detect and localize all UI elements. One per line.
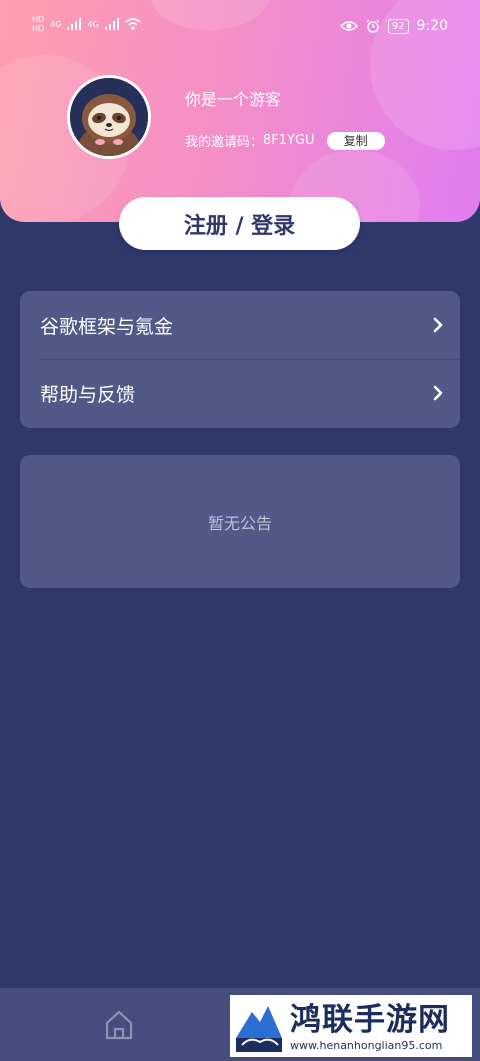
watermark: 鸿联手游网 www.henanhonglian95.com xyxy=(230,995,472,1057)
chevron-right-icon xyxy=(433,317,443,333)
announcement-card: 暂无公告 xyxy=(20,455,460,588)
copy-button[interactable]: 复制 xyxy=(326,131,385,150)
clock: 9:20 xyxy=(416,18,448,34)
menu-item-help-feedback[interactable]: 帮助与反馈 xyxy=(20,359,460,427)
announcement-text: 暂无公告 xyxy=(207,513,272,533)
status-bar: HD HD 4G 4G 92 9:20 xyxy=(0,0,480,60)
watermark-logo-icon xyxy=(236,1006,282,1052)
menu-card: 谷歌框架与氪金 帮助与反馈 xyxy=(20,291,460,428)
watermark-text: 鸿联手游网 www.henanhonglian95.com xyxy=(290,1001,450,1052)
hd-label: HD xyxy=(32,24,45,33)
wifi-icon xyxy=(125,18,141,30)
menu-item-google-framework[interactable]: 谷歌框架与氪金 xyxy=(20,291,460,359)
invite-code-row: 我的邀请码： 8F1YGU 复制 xyxy=(185,131,385,150)
status-right: 92 9:20 xyxy=(339,18,448,34)
sim-badges: HD HD xyxy=(32,15,44,33)
guest-title: 你是一个游客 xyxy=(185,90,282,109)
eye-icon xyxy=(339,21,358,31)
chevron-right-icon xyxy=(433,385,443,401)
menu-item-label: 帮助与反馈 xyxy=(40,383,136,406)
network-label: 4G xyxy=(87,19,99,29)
signal-icon xyxy=(104,18,119,30)
signal-icon xyxy=(67,18,82,30)
hd-label: HD xyxy=(32,15,45,24)
register-login-button[interactable]: 注册 / 登录 xyxy=(119,197,360,250)
sloth-avatar-icon xyxy=(70,78,148,156)
battery-icon: 92 xyxy=(387,18,409,34)
profile-header: HD HD 4G 4G 92 9:20 你是一个游客 我的邀请码： 8F1YGU… xyxy=(0,0,480,222)
menu-item-label: 谷歌框架与氪金 xyxy=(40,315,174,338)
network-label: 4G xyxy=(50,19,62,29)
invite-label: 我的邀请码： xyxy=(185,135,264,150)
status-left: HD HD 4G 4G xyxy=(32,15,141,33)
invite-code: 8F1YGU xyxy=(263,133,315,148)
alarm-icon xyxy=(366,19,380,33)
watermark-title: 鸿联手游网 xyxy=(290,1001,450,1038)
avatar[interactable] xyxy=(67,75,151,159)
home-icon[interactable] xyxy=(104,1009,134,1041)
watermark-url: www.henanhonglian95.com xyxy=(290,1038,443,1052)
